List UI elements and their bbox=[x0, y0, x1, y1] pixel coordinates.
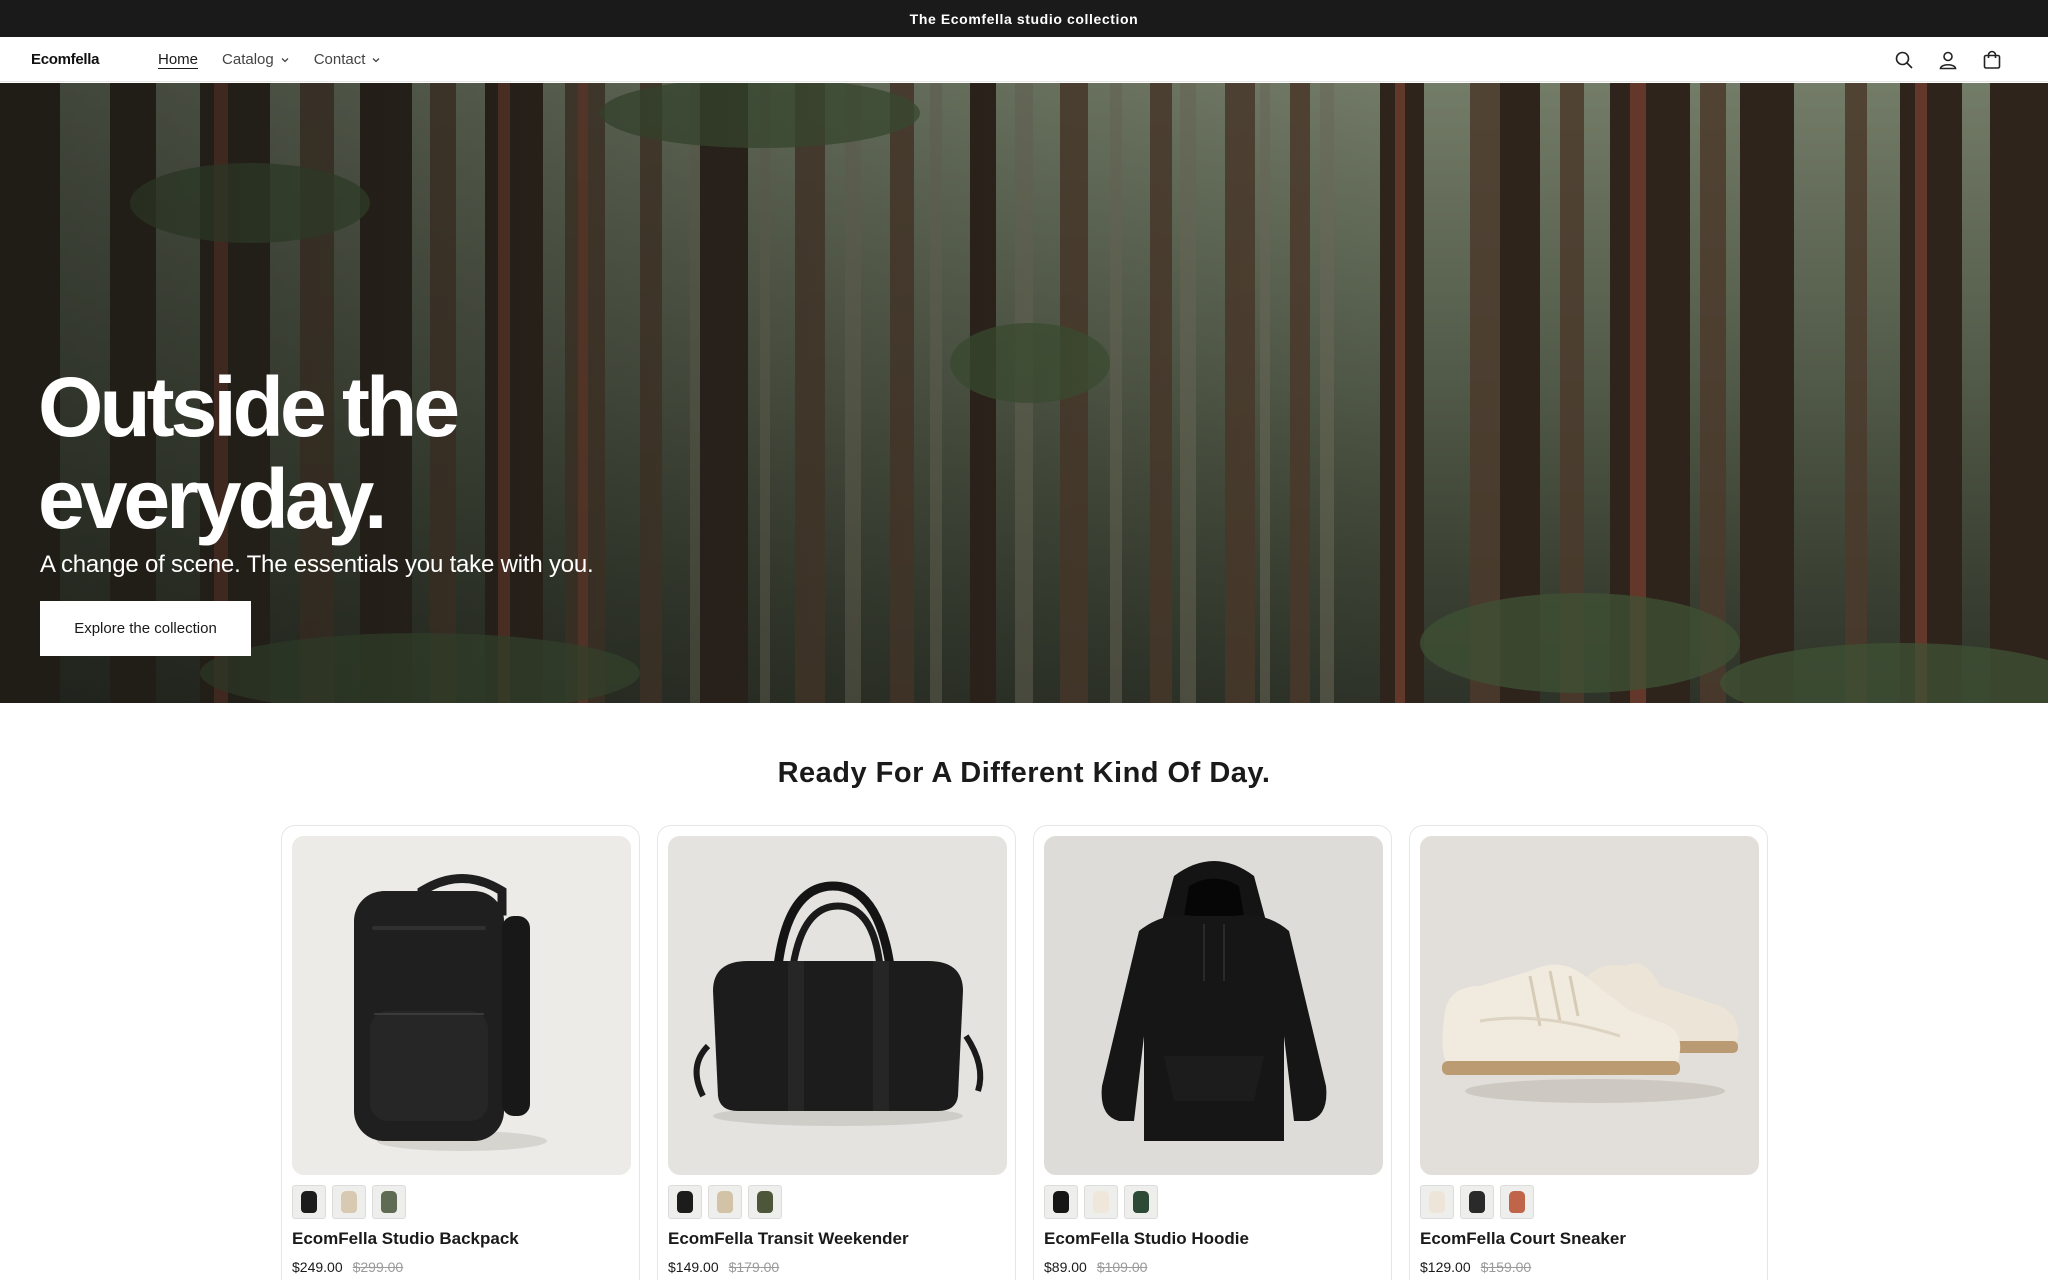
nav-catalog[interactable]: Catalog bbox=[222, 51, 290, 68]
announcement-bar: The Ecomfella studio collection bbox=[0, 0, 2048, 37]
color-swatches bbox=[1420, 1185, 1534, 1219]
cart-button[interactable] bbox=[1980, 48, 2004, 72]
product-title[interactable]: EcomFella Studio Hoodie bbox=[1044, 1229, 1249, 1249]
product-card[interactable]: EcomFella Studio Hoodie $89.00 $109.00 bbox=[1033, 825, 1392, 1280]
product-title[interactable]: EcomFella Court Sneaker bbox=[1420, 1229, 1626, 1249]
product-image-duffel[interactable] bbox=[668, 836, 1007, 1175]
swatch-option[interactable] bbox=[1044, 1185, 1078, 1219]
account-button[interactable] bbox=[1936, 48, 1960, 72]
chevron-down-icon bbox=[372, 57, 380, 62]
product-price: $89.00 $109.00 bbox=[1044, 1259, 1147, 1275]
swatch-option[interactable] bbox=[1420, 1185, 1454, 1219]
sneaker-image bbox=[1420, 836, 1759, 1175]
swatch-option[interactable] bbox=[708, 1185, 742, 1219]
color-swatches bbox=[292, 1185, 406, 1219]
swatch-option[interactable] bbox=[1460, 1185, 1494, 1219]
product-grid: EcomFella Studio Backpack $249.00 $299.0… bbox=[281, 825, 1768, 1280]
nav-home[interactable]: Home bbox=[158, 51, 198, 68]
account-icon bbox=[1939, 51, 1957, 69]
hoodie-image bbox=[1044, 836, 1383, 1175]
product-price: $249.00 $299.00 bbox=[292, 1259, 403, 1275]
main-nav: Home Catalog Contact bbox=[158, 37, 381, 82]
swatch-option[interactable] bbox=[1084, 1185, 1118, 1219]
hero-subtitle: A change of scene. The essentials you ta… bbox=[40, 551, 594, 578]
swatch-option[interactable] bbox=[292, 1185, 326, 1219]
swatch-option[interactable] bbox=[372, 1185, 406, 1219]
search-icon bbox=[1895, 51, 1913, 69]
product-card[interactable]: EcomFella Court Sneaker $129.00 $159.00 bbox=[1409, 825, 1768, 1280]
store-logo[interactable]: Ecomfella bbox=[31, 37, 99, 82]
hero-banner: Outside the everyday. A change of scene.… bbox=[0, 83, 2048, 703]
hero-title: Outside the everyday. bbox=[38, 360, 460, 546]
product-image-hoodie[interactable] bbox=[1044, 836, 1383, 1175]
cart-icon bbox=[1983, 50, 2001, 69]
compare-price: $159.00 bbox=[1480, 1259, 1532, 1275]
product-image-backpack[interactable] bbox=[292, 836, 631, 1175]
swatch-option[interactable] bbox=[1500, 1185, 1534, 1219]
sale-price: $89.00 bbox=[1044, 1259, 1087, 1275]
duffel-bag-image bbox=[668, 836, 1007, 1175]
nav-contact[interactable]: Contact bbox=[314, 51, 382, 68]
compare-price: $109.00 bbox=[1096, 1259, 1148, 1275]
search-button[interactable] bbox=[1892, 48, 1916, 72]
color-swatches bbox=[1044, 1185, 1158, 1219]
swatch-option[interactable] bbox=[668, 1185, 702, 1219]
product-title[interactable]: EcomFella Transit Weekender bbox=[668, 1229, 909, 1249]
compare-price: $179.00 bbox=[728, 1259, 780, 1275]
swatch-option[interactable] bbox=[332, 1185, 366, 1219]
backpack-image bbox=[292, 836, 631, 1175]
compare-price: $299.00 bbox=[352, 1259, 404, 1275]
product-title[interactable]: EcomFella Studio Backpack bbox=[292, 1229, 519, 1249]
sale-price: $129.00 bbox=[1420, 1259, 1471, 1275]
explore-collection-button[interactable]: Explore the collection bbox=[40, 601, 251, 656]
swatch-option[interactable] bbox=[1124, 1185, 1158, 1219]
nav-home-label: Home bbox=[158, 51, 199, 68]
product-price: $129.00 $159.00 bbox=[1420, 1259, 1531, 1275]
sale-price: $149.00 bbox=[668, 1259, 719, 1275]
announcement-text: The Ecomfella studio collection bbox=[909, 10, 1139, 27]
nav-contact-label: Contact bbox=[313, 51, 366, 68]
product-price: $149.00 $179.00 bbox=[668, 1259, 779, 1275]
product-card[interactable]: EcomFella Studio Backpack $249.00 $299.0… bbox=[281, 825, 640, 1280]
section-title: Ready For A Different Kind Of Day. bbox=[777, 757, 1271, 789]
chevron-down-icon bbox=[281, 57, 289, 62]
nav-catalog-label: Catalog bbox=[222, 51, 274, 68]
swatch-option[interactable] bbox=[748, 1185, 782, 1219]
color-swatches bbox=[668, 1185, 782, 1219]
header-icons bbox=[1892, 37, 2004, 82]
sale-price: $249.00 bbox=[292, 1259, 343, 1275]
site-header: Ecomfella Home Catalog Contact bbox=[0, 37, 2048, 82]
product-card[interactable]: EcomFella Transit Weekender $149.00 $179… bbox=[657, 825, 1016, 1280]
product-image-sneaker[interactable] bbox=[1420, 836, 1759, 1175]
